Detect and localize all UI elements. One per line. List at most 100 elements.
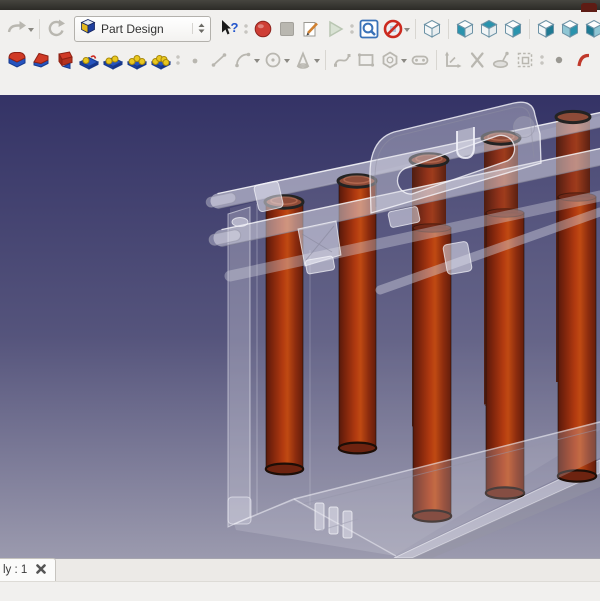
toolbar-separator: [39, 19, 40, 39]
chamfer-icon: [30, 49, 52, 71]
dropdown-caret-icon[interactable]: [400, 49, 408, 71]
trim-edge-button[interactable]: [465, 47, 489, 73]
window-titlebar: [0, 0, 600, 10]
macro-play-button[interactable]: [323, 16, 347, 42]
sketch-line-button[interactable]: [207, 47, 231, 73]
redo-button[interactable]: [5, 16, 29, 42]
sketch-arc-button[interactable]: [231, 47, 255, 73]
status-bar: [0, 581, 600, 601]
document-tab[interactable]: ly : 1: [0, 558, 56, 581]
cube-front-icon: [454, 18, 476, 40]
draft-button[interactable]: [53, 47, 77, 73]
macro-stop-icon: [276, 18, 298, 40]
toolbar-area: Part Design?: [0, 10, 600, 95]
cube-axonometric-icon: [421, 18, 443, 40]
sketch-circle-button[interactable]: [261, 47, 285, 73]
cube-rear-icon: [535, 18, 557, 40]
external-geometry-button[interactable]: [441, 47, 465, 73]
edit-region-icon: [514, 49, 536, 71]
workbench-selector[interactable]: Part Design: [74, 16, 211, 42]
mirrored-button[interactable]: [77, 47, 101, 73]
chamfer-button[interactable]: [29, 47, 53, 73]
macro-play-icon: [324, 18, 346, 40]
macro-record-button[interactable]: [251, 16, 275, 42]
macro-edit-button[interactable]: [299, 16, 323, 42]
point-icon: [184, 49, 206, 71]
sketch-bspline-button[interactable]: [330, 47, 354, 73]
view-bottom-button[interactable]: [558, 16, 582, 42]
edit-region-button[interactable]: [513, 47, 537, 73]
dropdown-caret-icon[interactable]: [27, 18, 35, 40]
toolbar-separator: [325, 50, 326, 70]
whats-this-button[interactable]: ?: [217, 16, 241, 42]
3d-viewport[interactable]: [0, 95, 600, 558]
arc-icon: [232, 49, 254, 71]
line-icon: [208, 49, 230, 71]
view-left-button[interactable]: [582, 16, 600, 42]
toolbar-row-partdesign: [0, 44, 600, 75]
multi-transform-button[interactable]: [149, 47, 173, 73]
freecad-cube-icon: [80, 18, 96, 39]
sketch-polygon-button[interactable]: [378, 47, 402, 73]
polar-pattern-icon: [126, 49, 148, 71]
draw-style-icon: [382, 18, 404, 40]
draw-style-button[interactable]: [381, 16, 405, 42]
external-geometry-icon: [442, 49, 464, 71]
titlebar-icon-sliver: [581, 3, 597, 12]
dropdown-caret-icon[interactable]: [313, 49, 321, 71]
clipped-right-2-button[interactable]: [571, 47, 595, 73]
dropdown-caret-icon[interactable]: [283, 49, 291, 71]
slot-icon: [409, 49, 431, 71]
carbon-copy-button[interactable]: [489, 47, 513, 73]
toolbar-separator: [436, 50, 437, 70]
macro-record-icon: [252, 18, 274, 40]
carbon-copy-icon: [490, 49, 512, 71]
view-right-button[interactable]: [501, 16, 525, 42]
cube-bottom-icon: [559, 18, 581, 40]
view-front-button[interactable]: [453, 16, 477, 42]
svg-text:?: ?: [231, 20, 239, 35]
clipped-red-icon: [577, 49, 589, 71]
mirrored-icon: [78, 49, 100, 71]
view-axonometric-button[interactable]: [420, 16, 444, 42]
polar-pattern-button[interactable]: [125, 47, 149, 73]
conics-icon: [292, 49, 314, 71]
document-tab-bar: ly : 1: [0, 558, 600, 581]
macro-edit-icon: [300, 18, 322, 40]
trim-x-icon: [466, 49, 488, 71]
combobox-spinner-icon[interactable]: [192, 23, 205, 34]
redo-icon: [6, 18, 28, 40]
dropdown-caret-icon[interactable]: [403, 18, 411, 40]
bspline-icon: [331, 49, 353, 71]
toggle-construction-button[interactable]: [547, 47, 571, 73]
macro-stop-button[interactable]: [275, 16, 299, 42]
toolbar-separator: [415, 19, 416, 39]
toolbar-row-standard: Part Design?: [0, 13, 600, 44]
toolbar-grip-dots: [243, 20, 249, 38]
cube-top-icon: [478, 18, 500, 40]
linear-pattern-button[interactable]: [101, 47, 125, 73]
sketch-slot-button[interactable]: [408, 47, 432, 73]
view-fit-all-button[interactable]: [357, 16, 381, 42]
dropdown-caret-icon[interactable]: [253, 49, 261, 71]
sketch-conics-button[interactable]: [291, 47, 315, 73]
circle-icon: [262, 49, 284, 71]
toolbar-separator: [529, 19, 530, 39]
linear-pattern-icon: [102, 49, 124, 71]
sketch-point-button[interactable]: [183, 47, 207, 73]
tab-close-icon[interactable]: [36, 564, 46, 577]
toolbar-grip-dots: [539, 51, 545, 69]
toolbar-grip-dots: [175, 51, 181, 69]
refresh-button[interactable]: [44, 16, 68, 42]
polygon-icon: [379, 49, 401, 71]
workbench-selector-value: Part Design: [101, 22, 187, 36]
toolbar-separator: [448, 19, 449, 39]
multi-transform-icon: [150, 49, 172, 71]
fillet-button[interactable]: [5, 47, 29, 73]
sketch-rectangle-button[interactable]: [354, 47, 378, 73]
whats-this-icon: ?: [218, 18, 240, 40]
draft-icon: [54, 49, 76, 71]
view-rear-button[interactable]: [534, 16, 558, 42]
construction-dot-icon: [548, 49, 570, 71]
view-top-button[interactable]: [477, 16, 501, 42]
